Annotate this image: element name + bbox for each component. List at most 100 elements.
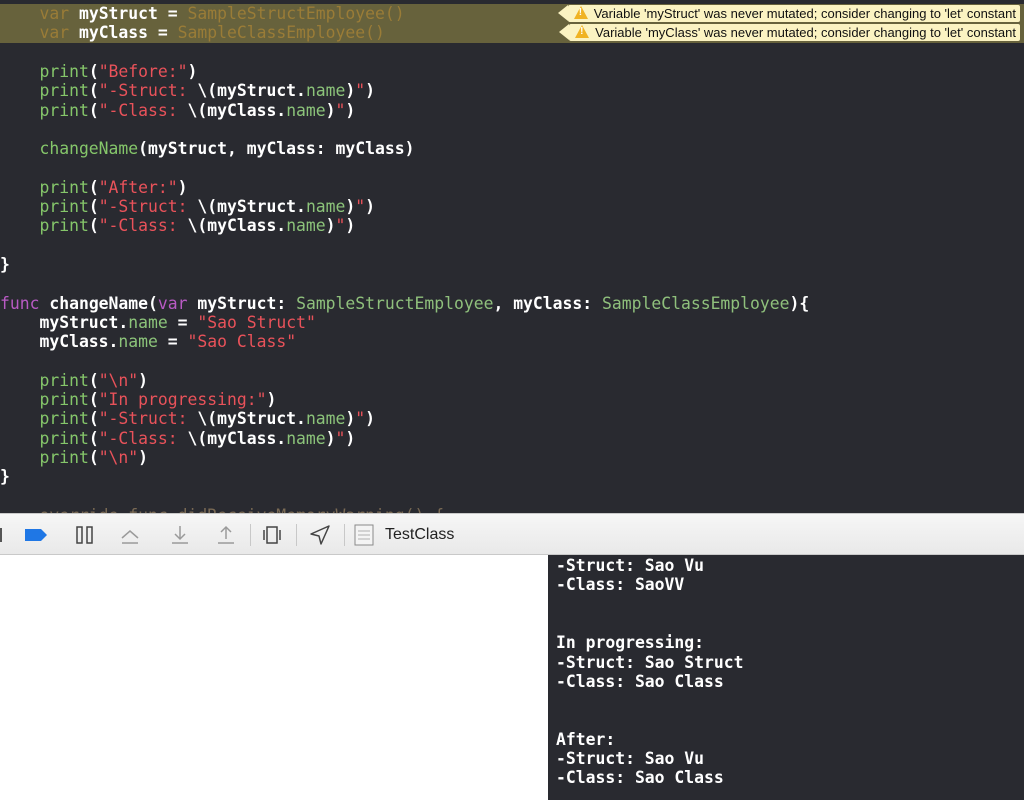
code-token: = [167, 312, 198, 332]
console-line: -Struct: Sao Vu [556, 749, 705, 768]
code-line[interactable]: print("In progressing:") [0, 390, 1024, 409]
debug-toolbar: TestClass [0, 513, 1024, 555]
code-token: print [0, 81, 89, 101]
target-name[interactable]: TestClass [385, 524, 454, 546]
code-token: "\n" [98, 447, 139, 467]
code-token: " [355, 409, 366, 429]
code-token: print [0, 61, 89, 81]
console-line: -Class: Sao Class [556, 671, 724, 691]
code-token: " [335, 100, 346, 120]
code-token: " [335, 216, 346, 236]
code-token: ) [266, 390, 277, 409]
code-token: ( [88, 447, 99, 467]
code-token: ) [345, 81, 356, 101]
simulate-location-button[interactable] [308, 523, 332, 547]
code-line[interactable] [0, 158, 1024, 177]
code-token: \(myStruct. [197, 197, 306, 216]
code-line[interactable]: print("Before:") [0, 62, 1024, 81]
code-line[interactable] [0, 274, 1024, 293]
code-line[interactable]: changeName(myStruct, myClass: myClass) [0, 139, 1024, 158]
code-token: override func didReceiveMemoryWarning() … [0, 506, 444, 513]
code-token: "After:" [98, 177, 178, 197]
warning-banner[interactable]: Variable 'myStruct' was never mutated; c… [567, 5, 1020, 22]
view-hierarchy-icon [263, 526, 281, 544]
code-line[interactable]: print("-Class: \(myClass.name)") [0, 429, 1024, 448]
code-line[interactable] [0, 236, 1024, 255]
console-line: -Struct: Sao Struct [556, 652, 744, 672]
code-line[interactable]: print("-Class: \(myClass.name)") [0, 216, 1024, 235]
code-token: ( [88, 177, 99, 197]
code-line[interactable]: print("-Struct: \(myStruct.name)") [0, 409, 1024, 428]
code-token: " [355, 197, 366, 216]
code-line[interactable]: } [0, 255, 1024, 274]
code-token: " [355, 81, 366, 101]
step-out-button[interactable] [214, 523, 238, 547]
code-token: SampleStructEmployee() [187, 4, 405, 23]
code-token: \(myStruct. [197, 409, 306, 429]
code-line[interactable]: override func didReceiveMemoryWarning() … [0, 506, 1024, 513]
code-token: "-Struct: [98, 81, 198, 101]
code-token: ( [88, 81, 99, 101]
breakpoint-icon [25, 529, 47, 541]
code-token: name [305, 197, 346, 216]
code-token: ) [138, 447, 149, 467]
code-token: print [0, 390, 89, 409]
code-line[interactable]: } [0, 467, 1024, 486]
code-line[interactable]: print("-Struct: \(myStruct.name)") [0, 197, 1024, 216]
code-token: \(myClass. [187, 216, 287, 236]
step-out-icon [218, 525, 234, 544]
code-token: "In progressing:" [98, 390, 267, 409]
code-line[interactable]: print("After:") [0, 178, 1024, 197]
code-line[interactable]: print("\n") [0, 448, 1024, 467]
code-line[interactable]: print("\n") [0, 371, 1024, 390]
step-into-button[interactable] [168, 523, 192, 547]
debug-console[interactable]: -Struct: Sao Vu -Class: SaoVV In progressi… [548, 555, 1024, 800]
code-line[interactable] [0, 487, 1024, 506]
code-token: ) [345, 197, 356, 216]
code-line[interactable] [0, 43, 1024, 62]
code-token: ( [88, 370, 99, 390]
pause-icon [76, 526, 93, 544]
code-token: "-Class: [98, 216, 188, 236]
code-token: ) [345, 100, 356, 120]
code-token: ) [365, 409, 376, 429]
code-line[interactable]: print("-Struct: \(myStruct.name)") [0, 81, 1024, 100]
step-over-button[interactable] [118, 523, 142, 547]
pause-button[interactable] [74, 523, 96, 547]
warning-banner[interactable]: Variable 'myClass' was never mutated; co… [569, 24, 1020, 42]
warning-text: Variable 'myStruct' was never mutated; c… [593, 6, 1016, 21]
breakpoints-toggle-button[interactable] [24, 523, 50, 547]
code-token: myClass = [78, 23, 178, 43]
code-token: var [0, 23, 79, 43]
code-line[interactable] [0, 351, 1024, 370]
warning-text: Variable 'myClass' was never mutated; co… [595, 25, 1016, 41]
code-line[interactable]: myClass.name = "Sao Class" [0, 332, 1024, 351]
code-token: print [0, 409, 89, 429]
code-token: ) [365, 197, 376, 216]
code-token: SampleClassEmployee [602, 293, 790, 313]
code-token: name [305, 409, 346, 429]
code-token: myStruct. [0, 312, 129, 332]
console-line: -Class: Sao Class [556, 768, 724, 788]
variables-view[interactable] [0, 555, 548, 800]
code-token: , myClass: [493, 293, 603, 313]
code-token: "Sao Class" [187, 332, 297, 352]
view-debugger-button[interactable] [260, 523, 284, 547]
code-token: changeName [0, 139, 139, 159]
code-line[interactable]: func changeName(var myStruct: SampleStru… [0, 294, 1024, 313]
code-token: ) [365, 81, 376, 101]
code-token: name [286, 428, 326, 448]
code-token: var [157, 293, 198, 313]
code-line[interactable]: myStruct.name = "Sao Struct" [0, 313, 1024, 332]
code-token: ) [345, 216, 356, 236]
toolbar-divider [296, 524, 297, 546]
code-token: ) [325, 216, 336, 236]
target-icon [354, 524, 374, 546]
code-line[interactable] [0, 120, 1024, 139]
code-line[interactable]: print("-Class: \(myClass.name)") [0, 101, 1024, 120]
code-token: "-Struct: [98, 409, 198, 429]
code-editor[interactable]: var myStruct = SampleStructEmployee() va… [0, 0, 1024, 513]
hide-debug-area-button[interactable] [0, 523, 6, 547]
code-token: print [0, 428, 89, 448]
code-token: ) [138, 370, 149, 390]
